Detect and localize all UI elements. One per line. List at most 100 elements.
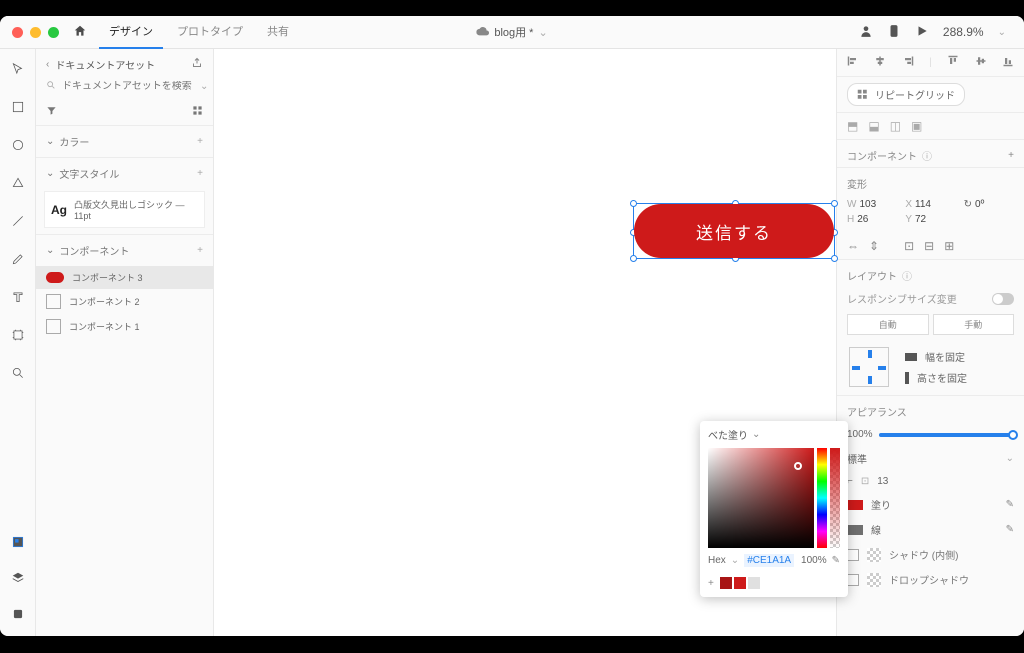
text-style-item[interactable]: Ag 凸版文久見出しゴシック — 11pt	[44, 191, 205, 228]
add-icon[interactable]: +	[197, 245, 203, 256]
color-saturation-field[interactable]	[708, 448, 814, 548]
search-input[interactable]	[62, 81, 194, 92]
width-input[interactable]: 103	[859, 199, 876, 210]
align-icon[interactable]: ⊟	[924, 239, 934, 253]
eyedropper-icon[interactable]: ✎	[832, 555, 840, 566]
component-item[interactable]: コンポーネント 1	[36, 314, 213, 339]
alpha-slider[interactable]	[830, 448, 840, 548]
home-icon[interactable]	[73, 24, 87, 41]
zoom-tool[interactable]	[6, 361, 30, 385]
close-window-icon[interactable]	[12, 27, 23, 38]
align-bottom-icon[interactable]	[1002, 55, 1014, 70]
chevron-down-icon[interactable]: ⌄	[998, 27, 1006, 38]
stroke-swatch[interactable]	[847, 525, 863, 535]
align-left-icon[interactable]	[847, 55, 859, 70]
boolean-union-icon[interactable]: ⬒	[847, 119, 858, 133]
repeat-grid-button[interactable]: リピートグリッド	[847, 83, 965, 106]
manual-button[interactable]: 手動	[933, 314, 1015, 335]
chevron-down-icon[interactable]: ⌄	[200, 81, 208, 92]
resize-handle[interactable]	[630, 255, 637, 262]
auto-button[interactable]: 自動	[847, 314, 929, 335]
menu-prototype[interactable]: プロトタイプ	[167, 16, 253, 49]
text-tool[interactable]	[6, 285, 30, 309]
plugins-panel-icon[interactable]	[6, 602, 30, 626]
swatch[interactable]	[748, 577, 760, 589]
play-icon[interactable]	[915, 24, 929, 41]
eyedropper-icon[interactable]: ✎	[1006, 499, 1014, 510]
y-input[interactable]: 72	[915, 214, 926, 225]
corner-each-icon[interactable]: ⊡	[861, 476, 869, 487]
lock-icon[interactable]: ⊡	[904, 239, 914, 253]
alpha-input[interactable]: 100%	[801, 555, 827, 566]
constraints-widget[interactable]	[849, 347, 889, 387]
height-input[interactable]: 26	[857, 214, 868, 225]
artboard-tool[interactable]	[6, 323, 30, 347]
distribute-icon[interactable]: ⊞	[944, 239, 954, 253]
minimize-window-icon[interactable]	[30, 27, 41, 38]
drop-shadow-checkbox[interactable]	[847, 574, 859, 586]
export-icon[interactable]	[191, 57, 203, 72]
radius-input[interactable]: 13	[877, 476, 888, 487]
resize-handle[interactable]	[831, 255, 838, 262]
swatch[interactable]	[720, 577, 732, 589]
resize-handle[interactable]	[831, 200, 838, 207]
align-vcenter-icon[interactable]	[975, 55, 987, 70]
chevron-down-icon[interactable]: ⌄	[46, 136, 54, 147]
fill-type-select[interactable]: べた塗り	[708, 427, 748, 442]
info-icon[interactable]: ⓘ	[902, 268, 912, 283]
ellipse-tool[interactable]	[6, 133, 30, 157]
chevron-down-icon[interactable]: ⌄	[731, 555, 739, 566]
add-icon[interactable]: +	[1008, 150, 1014, 161]
back-chevron-icon[interactable]: ‹	[46, 59, 49, 70]
opacity-value[interactable]: 100%	[847, 429, 873, 440]
chevron-down-icon[interactable]: ⌄	[1006, 453, 1014, 464]
select-tool[interactable]	[6, 57, 30, 81]
align-top-icon[interactable]	[947, 55, 959, 70]
boolean-exclude-icon[interactable]: ▣	[911, 119, 922, 133]
mobile-preview-icon[interactable]	[887, 24, 901, 41]
zoom-label[interactable]: 288.9%	[943, 25, 984, 39]
component-item[interactable]: コンポーネント 3	[36, 266, 213, 289]
assets-panel-icon[interactable]	[6, 530, 30, 554]
flip-v-icon[interactable]: ⇕	[869, 239, 879, 253]
info-icon[interactable]: ⓘ	[922, 148, 932, 163]
filter-icon[interactable]	[46, 105, 57, 119]
pen-tool[interactable]	[6, 247, 30, 271]
add-swatch-icon[interactable]: +	[708, 578, 714, 589]
swatch[interactable]	[734, 577, 746, 589]
responsive-toggle[interactable]	[992, 293, 1014, 305]
blend-mode-select[interactable]: 標準	[847, 451, 867, 466]
color-cursor[interactable]	[794, 462, 802, 470]
menu-design[interactable]: デザイン	[99, 16, 163, 49]
eyedropper-icon[interactable]: ✎	[1006, 524, 1014, 535]
resize-handle[interactable]	[630, 200, 637, 207]
document-title[interactable]: blog用 * ⌄	[476, 24, 547, 40]
layers-panel-icon[interactable]	[6, 566, 30, 590]
x-input[interactable]: 114	[915, 199, 931, 210]
rotate-icon[interactable]: ↻	[964, 199, 972, 210]
menu-share[interactable]: 共有	[257, 16, 299, 49]
component-item[interactable]: コンポーネント 2	[36, 289, 213, 314]
boolean-subtract-icon[interactable]: ⬓	[868, 119, 879, 133]
maximize-window-icon[interactable]	[48, 27, 59, 38]
boolean-intersect-icon[interactable]: ◫	[890, 119, 901, 133]
grid-view-icon[interactable]	[192, 105, 203, 119]
shadow-swatch[interactable]	[867, 573, 881, 587]
rectangle-tool[interactable]	[6, 95, 30, 119]
polygon-tool[interactable]	[6, 171, 30, 195]
hue-slider[interactable]	[817, 448, 827, 548]
line-tool[interactable]	[6, 209, 30, 233]
add-icon[interactable]: +	[197, 168, 203, 179]
shadow-swatch[interactable]	[867, 548, 881, 562]
fix-height-label[interactable]: 高さを固定	[917, 370, 967, 385]
fill-swatch[interactable]	[847, 500, 863, 510]
angle-input[interactable]: 0º	[975, 199, 984, 210]
user-icon[interactable]	[859, 24, 873, 41]
chevron-down-icon[interactable]: ⌄	[46, 168, 54, 179]
hex-input[interactable]: #CE1A1A	[744, 554, 794, 567]
align-hcenter-icon[interactable]	[874, 55, 886, 70]
canvas-object-button[interactable]: 送信する	[634, 204, 834, 258]
add-icon[interactable]: +	[197, 136, 203, 147]
inner-shadow-checkbox[interactable]	[847, 549, 859, 561]
fix-width-label[interactable]: 幅を固定	[925, 349, 965, 364]
